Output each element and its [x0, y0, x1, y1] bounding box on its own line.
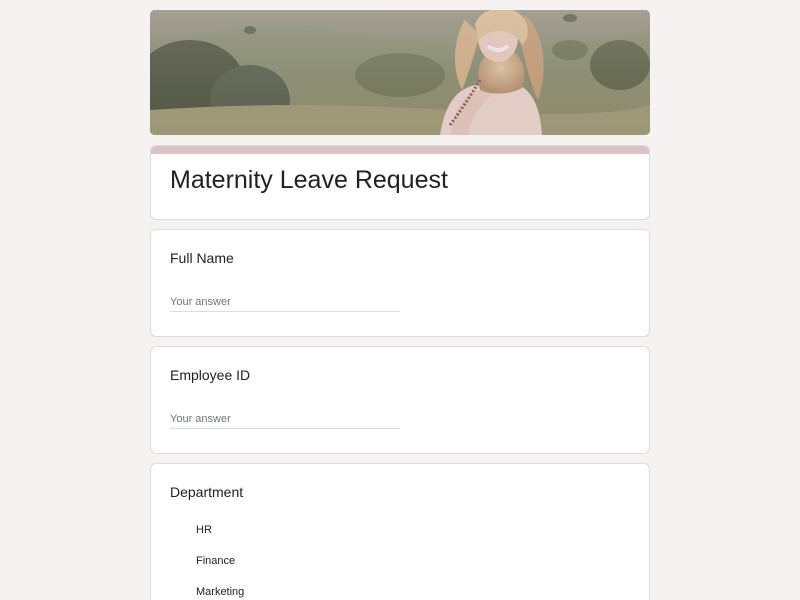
question-card-department: Department HR Finance Marketing: [150, 463, 650, 600]
header-banner-image: [150, 10, 650, 135]
radio-button-finance[interactable]: [170, 554, 184, 568]
full-name-input[interactable]: [170, 292, 400, 312]
question-label-department: Department: [170, 484, 244, 500]
question-label-full-name: Full Name: [170, 250, 234, 266]
option-label-finance: Finance: [196, 555, 236, 567]
form-title: Maternity Leave Request: [170, 166, 448, 194]
radio-button-hr[interactable]: [170, 523, 184, 537]
form-title-card: Maternity Leave Request: [150, 145, 650, 220]
form-container: Maternity Leave Request Full Name Employ…: [150, 10, 650, 600]
title-accent-bar: [151, 146, 649, 154]
question-card-full-name: Full Name: [150, 229, 650, 337]
option-label-hr: HR: [196, 524, 212, 536]
banner-photo: [150, 10, 650, 135]
question-card-employee-id: Employee ID: [150, 346, 650, 454]
option-label-marketing: Marketing: [196, 586, 245, 598]
employee-id-input[interactable]: [170, 409, 400, 429]
radio-button-marketing[interactable]: [170, 585, 184, 599]
department-option-hr[interactable]: HR: [170, 519, 470, 541]
question-label-employee-id: Employee ID: [170, 367, 251, 383]
department-option-finance[interactable]: Finance: [170, 550, 470, 572]
department-option-marketing[interactable]: Marketing: [170, 581, 470, 600]
form-page: Maternity Leave Request Full Name Employ…: [0, 0, 800, 600]
